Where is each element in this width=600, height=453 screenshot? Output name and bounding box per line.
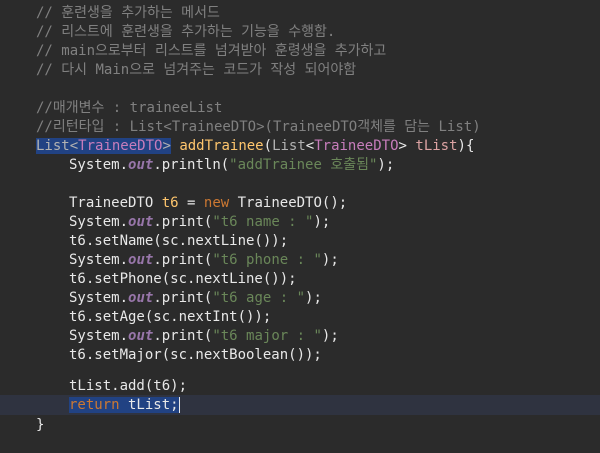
code-line[interactable]: // 다시 Main으로 넘겨주는 코드가 작성 되어야함 [0, 61, 600, 80]
comment-text: //매개변수 : traineeList [36, 100, 223, 116]
code-line[interactable]: t6.setName(sc.nextLine()); [0, 232, 600, 251]
code-line[interactable]: System.out.print("t6 phone : "); [0, 251, 600, 270]
comment-text: //리턴타입 : List<TraineeDTO>(TraineeDTO객체를 … [36, 119, 481, 135]
code-line[interactable]: t6.setPhone(sc.nextLine()); [0, 270, 600, 289]
code-line[interactable]: t6.setMajor(sc.nextBoolean()); [0, 346, 600, 365]
comment-text: // 리스트에 훈련생을 추가하는 기능을 수행함. [36, 24, 336, 40]
code-line[interactable]: //매개변수 : traineeList [0, 99, 600, 118]
return-type-selected: List<TraineeDTO> [36, 138, 171, 154]
method-signature-line[interactable]: List<TraineeDTO> addTrainee(List<Trainee… [0, 137, 600, 156]
code-line[interactable]: //리턴타입 : List<TraineeDTO>(TraineeDTO객체를 … [0, 118, 600, 137]
text-cursor [178, 397, 180, 413]
code-editor[interactable]: // 훈련생을 추가하는 메서드 // 리스트에 훈련생을 추가하는 기능을 수… [0, 0, 600, 443]
method-signature: List<TraineeDTO> addTrainee(List<Trainee… [36, 138, 475, 154]
code-line[interactable]: System.out.print("t6 age : "); [0, 289, 600, 308]
method-name: addTrainee [179, 138, 264, 154]
comment-text: // 다시 Main으로 넘겨주는 코드가 작성 되어야함 [36, 62, 357, 78]
comment-text: // main으로부터 리스트를 넘겨받아 훈령생을 추가하고 [36, 43, 387, 59]
code-line[interactable]: t6.setAge(sc.nextInt()); [0, 308, 600, 327]
return-selected: return tList; [69, 397, 179, 413]
code-line[interactable]: tList.add(t6); [0, 377, 600, 396]
code-line[interactable]: System.out.println("addTrainee 호출됨"); [0, 156, 600, 175]
code-line[interactable]: } [0, 416, 600, 435]
comment-text: // 훈련생을 추가하는 메서드 [36, 5, 220, 21]
code-line[interactable]: // 리스트에 훈련생을 추가하는 기능을 수행함. [0, 23, 600, 42]
return-line[interactable]: return tList; [0, 396, 600, 415]
code-line[interactable]: System.out.print("t6 name : "); [0, 213, 600, 232]
code-line[interactable]: // main으로부터 리스트를 넘겨받아 훈령생을 추가하고 [0, 42, 600, 61]
code-line[interactable]: TraineeDTO t6 = new TraineeDTO(); [0, 194, 600, 213]
param-name: tList [415, 138, 458, 154]
code-line[interactable]: // 훈련생을 추가하는 메서드 [0, 4, 600, 23]
code-line[interactable]: System.out.print("t6 major : "); [0, 327, 600, 346]
